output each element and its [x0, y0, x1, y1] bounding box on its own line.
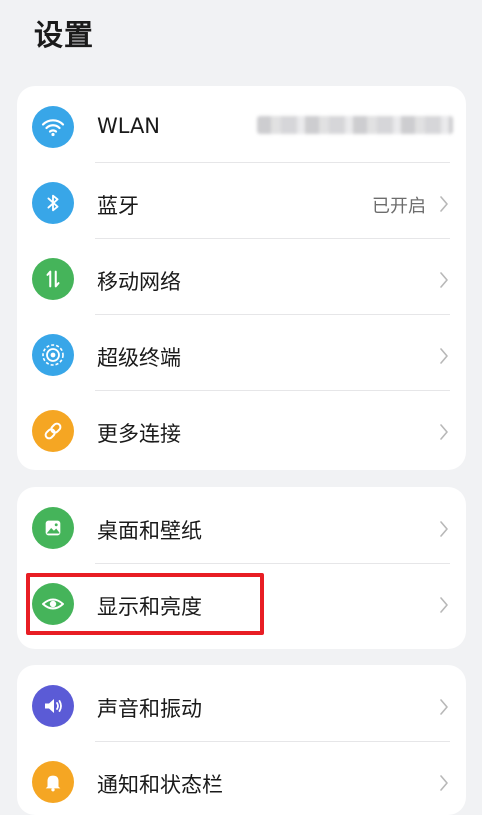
eye-icon — [32, 583, 74, 625]
settings-item-label: 通知和状态栏 — [97, 773, 223, 797]
settings-item-label: 更多连接 — [97, 422, 181, 446]
chevron-right-icon — [440, 597, 448, 613]
chevron-right-icon — [440, 196, 448, 212]
chevron-right-icon — [440, 699, 448, 715]
settings-item-wlan[interactable]: WLAN — [17, 86, 466, 162]
settings-group-notifications: 声音和振动 通知和状态栏 — [17, 665, 466, 815]
settings-item-label: 显示和亮度 — [97, 595, 202, 619]
settings-group-display: 桌面和壁纸 显示和亮度 — [17, 487, 466, 649]
wallpaper-icon — [32, 507, 74, 549]
settings-item-label: 超级终端 — [97, 346, 181, 370]
super-device-icon — [32, 334, 74, 376]
chevron-right-icon — [440, 521, 448, 537]
settings-item-display-brightness[interactable]: 显示和亮度 — [17, 563, 466, 639]
page-title: 设置 — [34, 18, 95, 52]
settings-item-bluetooth[interactable]: 蓝牙 已开启 — [17, 162, 466, 238]
settings-item-wallpaper[interactable]: 桌面和壁纸 — [17, 487, 466, 563]
settings-item-sound-vibration[interactable]: 声音和振动 — [17, 665, 466, 741]
mobile-data-icon — [32, 258, 74, 300]
settings-item-label: 移动网络 — [97, 270, 181, 294]
settings-group-connectivity: WLAN 蓝牙 已开启 移动网络 超级终端 更多连接 — [17, 86, 466, 470]
link-icon — [32, 410, 74, 452]
settings-item-label: 蓝牙 — [97, 194, 139, 218]
chevron-right-icon — [440, 348, 448, 364]
chevron-right-icon — [440, 272, 448, 288]
settings-item-notifications[interactable]: 通知和状态栏 — [17, 741, 466, 815]
chevron-right-icon — [440, 424, 448, 440]
sound-icon — [32, 685, 74, 727]
wifi-icon — [32, 106, 74, 148]
wifi-network-name-blurred — [257, 116, 453, 134]
settings-item-label: WLAN — [97, 114, 161, 138]
settings-item-mobile-network[interactable]: 移动网络 — [17, 238, 466, 314]
bluetooth-status: 已开启 — [372, 196, 426, 217]
bell-icon — [32, 761, 74, 803]
settings-item-label: 桌面和壁纸 — [97, 519, 202, 543]
bluetooth-icon — [32, 182, 74, 224]
settings-item-label: 声音和振动 — [97, 697, 202, 721]
settings-item-super-device[interactable]: 超级终端 — [17, 314, 466, 390]
settings-item-more-connections[interactable]: 更多连接 — [17, 390, 466, 466]
chevron-right-icon — [440, 775, 448, 791]
